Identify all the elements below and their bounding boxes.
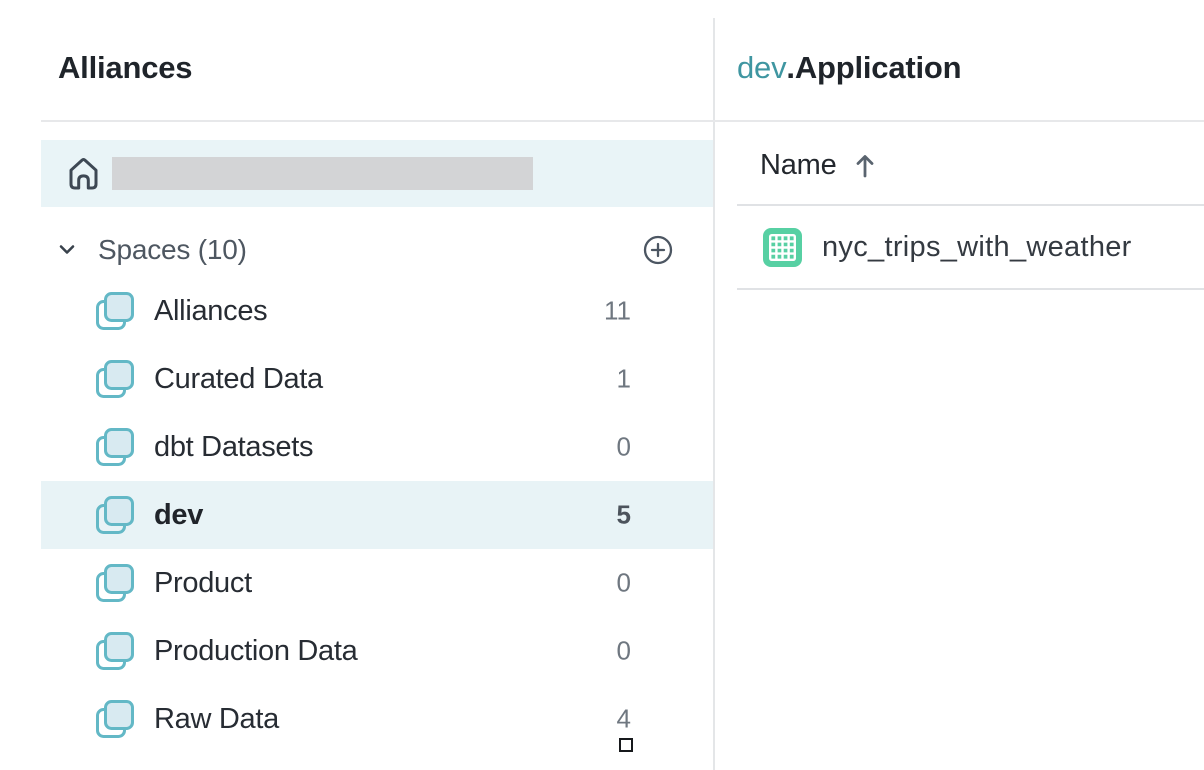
space-name: Production Data (154, 635, 357, 668)
breadcrumb-current: Application (795, 50, 962, 85)
space-count: 0 (617, 568, 631, 599)
space-row-curated-data[interactable]: Curated Data 1 (41, 345, 713, 413)
add-space-button[interactable] (643, 235, 673, 265)
space-row-dev[interactable]: dev 5 (41, 481, 713, 549)
column-header-label: Name (760, 149, 837, 182)
space-icon (95, 291, 135, 331)
space-name: dbt Datasets (154, 431, 313, 464)
space-count: 5 (617, 500, 631, 531)
space-icon (95, 427, 135, 467)
space-icon (95, 495, 135, 535)
space-count: 0 (617, 432, 631, 463)
spaces-sidebar: Alliances Spaces (10) All (0, 0, 713, 770)
space-icon (95, 631, 135, 671)
dataset-row-nyc-trips-with-weather[interactable]: nyc_trips_with_weather (737, 206, 1204, 288)
home-breadcrumb-row[interactable] (41, 140, 713, 207)
column-header-name[interactable]: Name (760, 148, 876, 182)
app-window: Alliances Spaces (10) All (0, 0, 1204, 770)
arrow-up-icon (854, 151, 876, 179)
panel-divider (713, 18, 715, 770)
space-count: 11 (604, 296, 631, 327)
space-list: Alliances 11 Curated Data 1 dbt Datasets… (41, 277, 713, 753)
sidebar-title: Alliances (58, 50, 192, 86)
space-row-dbt-datasets[interactable]: dbt Datasets 0 (41, 413, 713, 481)
space-count: 4 (617, 704, 631, 735)
breadcrumb-separator: . (786, 50, 794, 85)
space-row-production-data[interactable]: Production Data 0 (41, 617, 713, 685)
chevron-down-icon[interactable] (57, 240, 77, 260)
table-row-divider (737, 288, 1204, 290)
space-count: 1 (617, 364, 631, 395)
redacted-breadcrumb-bar (112, 157, 533, 190)
space-name: Raw Data (154, 703, 279, 736)
space-row-alliances[interactable]: Alliances 11 (41, 277, 713, 345)
home-icon (63, 153, 104, 194)
breadcrumb: dev.Application (737, 50, 961, 86)
space-count: 0 (617, 636, 631, 667)
space-name: Curated Data (154, 363, 323, 396)
title-divider (41, 120, 1204, 122)
space-icon (95, 699, 135, 739)
spaces-section-header[interactable]: Spaces (10) (41, 222, 713, 278)
space-row-raw-data[interactable]: Raw Data 4 (41, 685, 713, 753)
spaces-section-label: Spaces (10) (98, 234, 247, 266)
breadcrumb-parent-link[interactable]: dev (737, 50, 786, 85)
space-name: Product (154, 567, 252, 600)
dataset-table-icon (762, 227, 803, 268)
space-icon (95, 563, 135, 603)
space-icon (95, 359, 135, 399)
space-name: dev (154, 499, 203, 532)
space-row-product[interactable]: Product 0 (41, 549, 713, 617)
space-name: Alliances (154, 295, 267, 328)
stray-cursor-square (619, 738, 633, 752)
dataset-name: nyc_trips_with_weather (822, 231, 1132, 264)
